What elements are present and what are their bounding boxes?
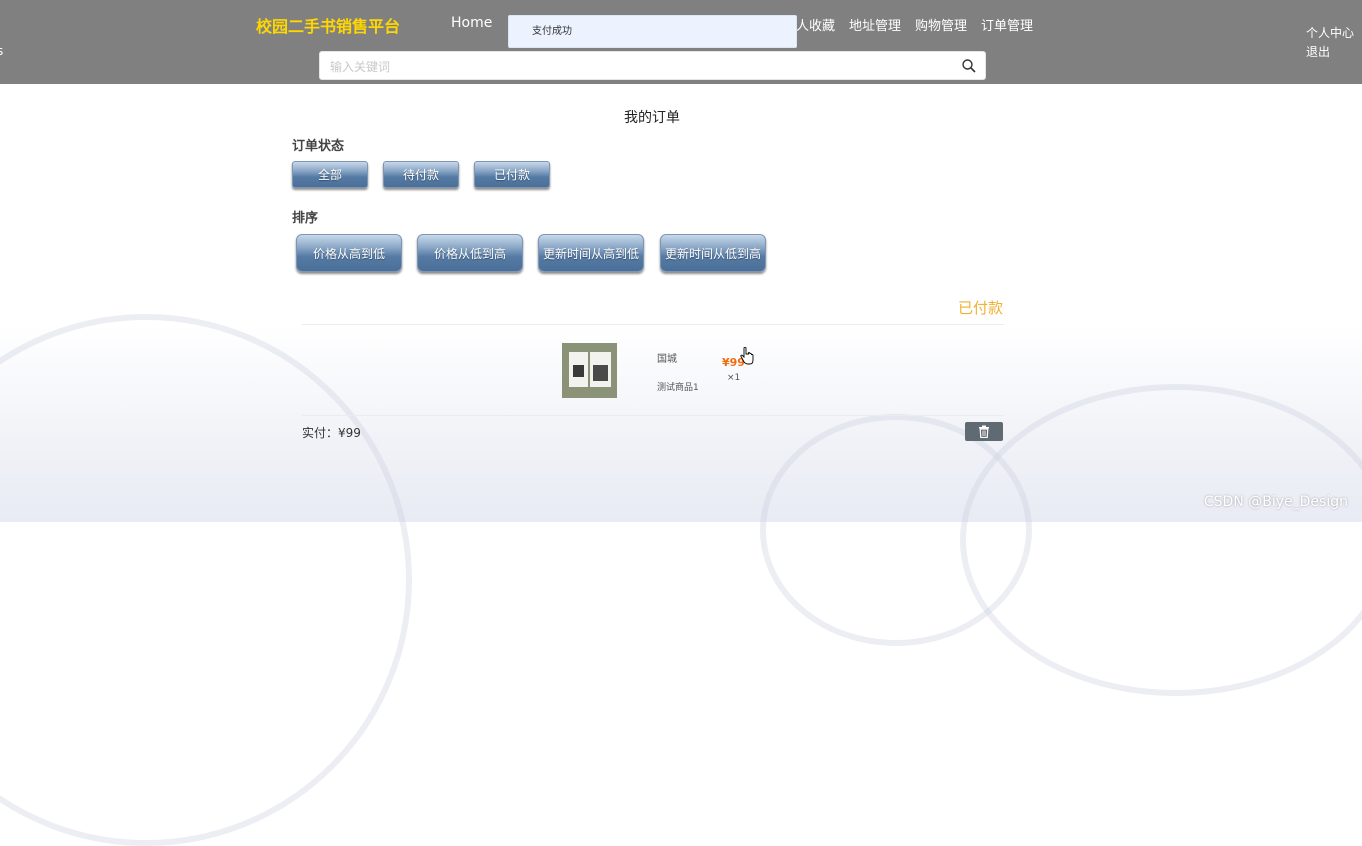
order-divider-bottom — [302, 415, 1004, 416]
sort-time-desc-button[interactable]: 更新时间从高到低 — [538, 234, 644, 272]
nav-address-link[interactable]: 地址管理 — [849, 15, 901, 34]
hand-cursor-icon — [740, 347, 754, 365]
sort-time-asc-button[interactable]: 更新时间从低到高 — [660, 234, 766, 272]
site-brand[interactable]: 校园二手书销售平台 — [256, 13, 400, 37]
nav-cart-link[interactable]: 购物管理 — [915, 15, 967, 34]
search-bar — [319, 51, 986, 80]
page-background — [0, 84, 1362, 846]
user-center-link[interactable]: 个人中心 — [1306, 24, 1354, 43]
trash-icon — [979, 425, 989, 438]
search-icon[interactable] — [961, 58, 977, 74]
order-status-badge: 已付款 — [958, 299, 1004, 317]
order-status-label: 订单状态 — [292, 139, 345, 154]
filter-unpaid-button[interactable]: 待付款 — [383, 161, 459, 188]
shop-name: 国城 — [657, 354, 677, 365]
user-links: 个人中心 退出 — [1306, 24, 1354, 62]
sort-price-desc-button[interactable]: 价格从高到低 — [296, 234, 402, 272]
main-nav: 个人收藏 地址管理 购物管理 订单管理 — [783, 15, 1033, 34]
paid-label: 实付： — [302, 426, 339, 440]
order-divider-top — [302, 324, 1004, 325]
nav-home-link[interactable]: Home — [451, 15, 492, 31]
nav-orders-link[interactable]: 订单管理 — [981, 15, 1033, 34]
logout-link[interactable]: 退出 — [1306, 43, 1354, 62]
product-thumbnail[interactable] — [562, 343, 617, 398]
left-edge-text: s — [0, 44, 4, 58]
paid-amount: 实付：¥99 — [302, 424, 361, 441]
csdn-watermark: CSDN @Biye_Design — [1203, 494, 1348, 510]
goods-quantity: ×1 — [727, 373, 741, 383]
goods-name[interactable]: 测试商品1 — [657, 380, 699, 393]
sort-price-asc-button[interactable]: 价格从低到高 — [417, 234, 523, 272]
sort-label: 排序 — [292, 211, 319, 226]
top-header: s 校园二手书销售平台 Home 个人收藏 地址管理 购物管理 订单管理 个人中… — [0, 0, 1362, 84]
search-input[interactable] — [328, 57, 952, 77]
filter-paid-button[interactable]: 已付款 — [474, 161, 550, 188]
page-title: 我的订单 — [624, 110, 680, 126]
payment-success-toast: 支付成功 — [508, 15, 797, 48]
paid-value: ¥99 — [338, 426, 361, 440]
delete-order-button[interactable] — [965, 422, 1003, 441]
filter-all-button[interactable]: 全部 — [292, 161, 368, 188]
